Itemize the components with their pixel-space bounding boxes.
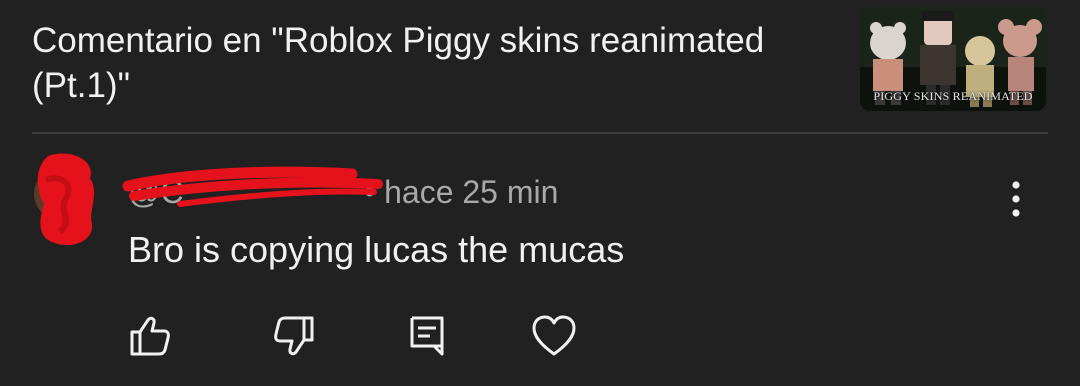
comment-time: hace 25 min: [384, 174, 559, 210]
video-thumbnail[interactable]: PIGGY SKINS REANIMATED: [860, 7, 1046, 111]
comment-context-title[interactable]: Comentario en "Roblox Piggy skins reanim…: [32, 18, 812, 108]
thumbs-up-icon: [130, 316, 170, 356]
heart-button[interactable]: [530, 312, 578, 360]
divider: [32, 132, 1048, 134]
comment-icon: [410, 316, 444, 356]
more-options-button[interactable]: [1000, 178, 1032, 220]
reply-button[interactable]: [404, 312, 452, 360]
thumbs-down-icon: [274, 316, 314, 356]
more-vertical-icon: [1012, 181, 1020, 217]
redaction-scribble: [122, 166, 383, 207]
thumbnail-caption: PIGGY SKINS REANIMATED: [873, 89, 1033, 103]
dislike-button[interactable]: [270, 312, 318, 360]
heart-icon: [532, 315, 576, 356]
avatar[interactable]: [30, 150, 100, 250]
like-button[interactable]: [126, 312, 174, 360]
avatar-redacted-icon: [34, 153, 95, 246]
comment-text: Bro is copying lucas the mucas: [128, 229, 625, 270]
